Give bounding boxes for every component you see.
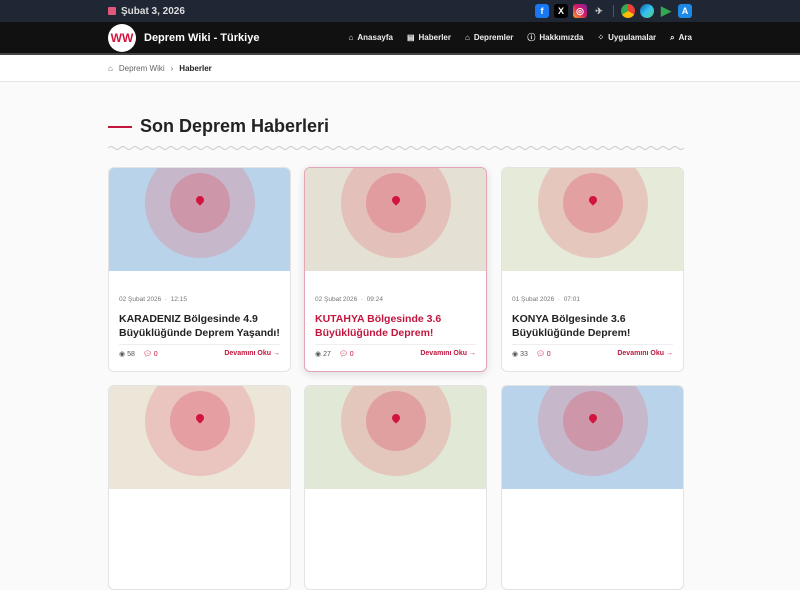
card-meta: 02 Şubat 2026 · 09:24 xyxy=(315,296,383,303)
comments: 💬︎ 0 xyxy=(338,351,354,358)
map-image[interactable] xyxy=(109,168,290,271)
edge-icon[interactable] xyxy=(640,4,654,18)
map-image[interactable] xyxy=(305,168,486,271)
comments: 💬︎ 0 xyxy=(535,351,551,358)
main-nav: WW Deprem Wiki - Türkiye ⌂ Anasayfa ▤ Haberl… xyxy=(0,22,800,55)
nav-icon: ⌕ xyxy=(670,32,675,42)
page-title: Son Deprem Haberleri xyxy=(140,116,330,136)
nav-item-uygulamalar[interactable]: ⁘ Uygulamalar xyxy=(597,32,656,43)
chrome-icon[interactable] xyxy=(621,4,635,18)
card-meta: 01 Şubat 2026 · 07:01 xyxy=(512,296,580,303)
card-title[interactable]: KONYA Bölgesinde 3.6 Büyüklüğünde Deprem… xyxy=(512,312,673,345)
news-card[interactable]: 02 Şubat 2026 · 09:24 KUTAHYA Bölgesinde… xyxy=(304,167,487,372)
nav-item-haberler[interactable]: ▤ Haberler xyxy=(407,32,451,43)
wave-divider xyxy=(108,146,685,150)
eye-icon: ◉ xyxy=(512,351,519,358)
nav-icon: ⁘ xyxy=(597,33,605,42)
nav-icon: ⌂ xyxy=(348,33,354,42)
card-meta: 02 Şubat 2026 · 12:15 xyxy=(119,296,187,303)
views: ◉ 58 xyxy=(119,351,135,358)
comments: 💬︎ 0 xyxy=(142,351,158,358)
nav-item-depremler[interactable]: ⌂ Depremler xyxy=(465,32,513,43)
map-image[interactable] xyxy=(502,168,683,271)
comment-icon: 💬︎ xyxy=(535,351,545,358)
news-card[interactable] xyxy=(501,385,684,590)
brand[interactable]: WW Deprem Wiki - Türkiye xyxy=(108,23,259,52)
news-card[interactable]: 02 Şubat 2026 · 12:15 KARADENIZ Bölgesin… xyxy=(108,167,291,372)
instagram-icon[interactable]: ◎ xyxy=(573,4,587,18)
read-more-link[interactable]: Devamını Oku → xyxy=(617,350,673,358)
section-header: Son Deprem Haberleri xyxy=(108,116,329,137)
card-title[interactable]: KUTAHYA Bölgesinde 3.6 Büyüklüğünde Depr… xyxy=(315,312,476,345)
breadcrumb-separator: › xyxy=(170,63,174,73)
eye-icon: ◉ xyxy=(315,351,322,358)
nav-item-ara[interactable]: ⌕ Ara xyxy=(670,32,692,43)
read-more-link[interactable]: Devamını Oku → xyxy=(420,350,476,358)
news-card[interactable] xyxy=(108,385,291,590)
app-store-icon[interactable]: A xyxy=(678,4,692,18)
eye-icon: ◉ xyxy=(119,351,126,358)
comment-icon: 💬︎ xyxy=(142,351,152,358)
news-card[interactable] xyxy=(304,385,487,590)
breadcrumb-home[interactable]: Deprem Wiki xyxy=(119,64,165,73)
play-store-icon[interactable]: ▶ xyxy=(659,3,673,18)
views: ◉ 27 xyxy=(315,351,331,358)
nav-icon: ▤ xyxy=(406,33,415,42)
top-bar: Şubat 3, 2026 f X ◎ ✈ ▶ A xyxy=(0,0,800,22)
news-card[interactable]: 01 Şubat 2026 · 07:01 KONYA Bölgesinde 3… xyxy=(501,167,684,372)
plane-icon[interactable]: ✈ xyxy=(592,4,606,18)
divider xyxy=(613,5,614,17)
map-image[interactable] xyxy=(109,386,290,489)
nav-item-anasayfa[interactable]: ⌂ Anasayfa xyxy=(349,32,393,43)
map-image[interactable] xyxy=(305,386,486,489)
nav-icon: ⌂ xyxy=(464,33,470,42)
nav-item-hakkımızda[interactable]: ⓘ Hakkımızda xyxy=(527,32,583,43)
home-icon: ⌂ xyxy=(108,63,113,73)
facebook-icon[interactable]: f xyxy=(535,4,549,18)
breadcrumb-current: Haberler xyxy=(179,63,212,73)
breadcrumb: ⌂ Deprem Wiki › Haberler xyxy=(0,55,800,82)
calendar-icon xyxy=(108,7,116,15)
x-icon[interactable]: X xyxy=(554,4,568,18)
read-more-link[interactable]: Devamını Oku → xyxy=(224,350,280,358)
comment-icon: 💬︎ xyxy=(338,351,348,358)
logo: WW xyxy=(108,23,136,52)
views: ◉ 33 xyxy=(512,351,528,358)
map-image[interactable] xyxy=(502,386,683,489)
date: Şubat 3, 2026 xyxy=(108,6,185,17)
card-title[interactable]: KARADENIZ Bölgesinde 4.9 Büyüklüğünde De… xyxy=(119,312,280,345)
accent-line xyxy=(108,125,132,128)
nav-icon: ⓘ xyxy=(527,33,536,42)
